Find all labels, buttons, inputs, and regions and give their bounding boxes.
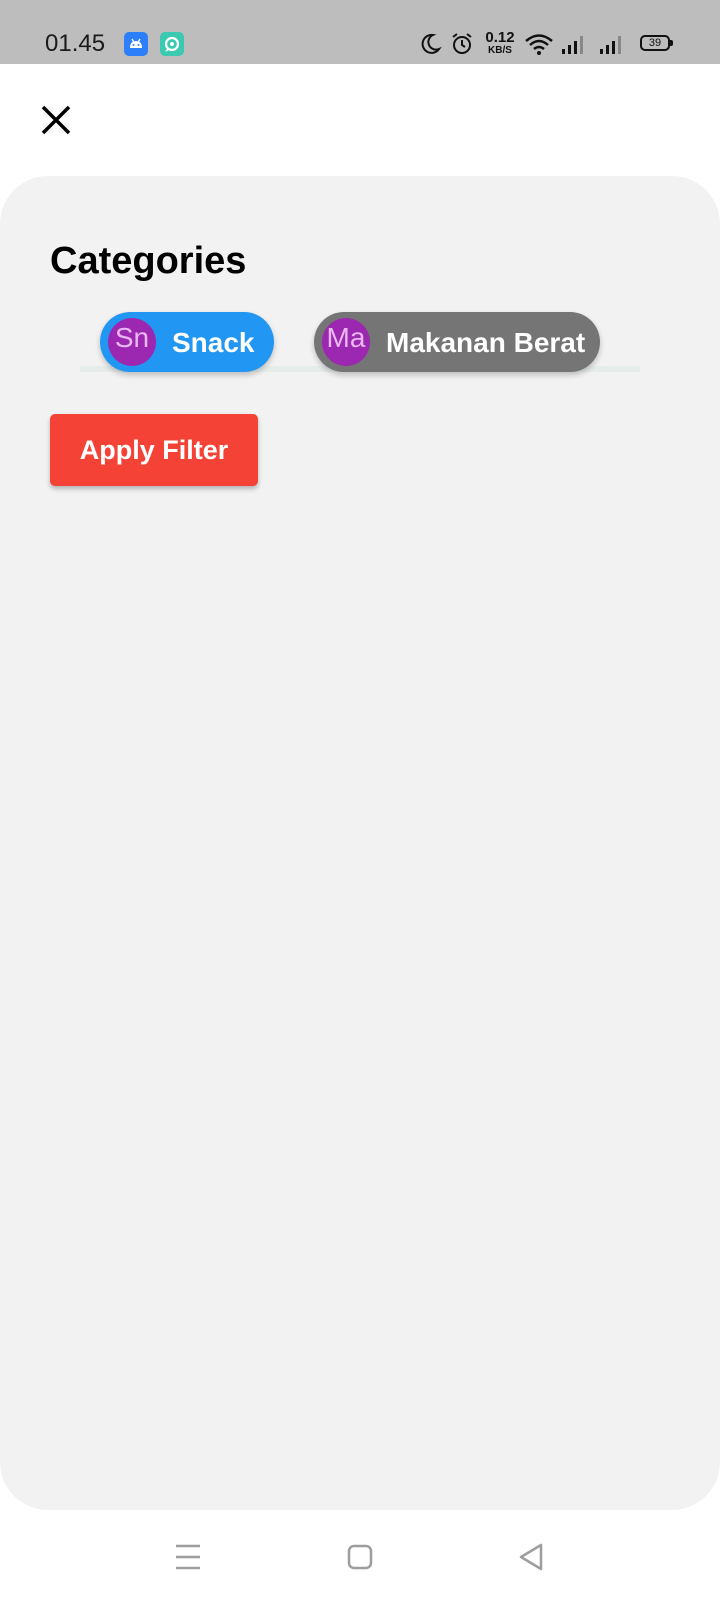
apply-filter-button[interactable]: Apply Filter [50,414,258,486]
filter-sheet [0,176,720,1510]
signal-icon [562,36,583,54]
chat-app-icon [160,32,184,56]
chip-avatar: Sn [108,318,156,366]
moon-icon [421,33,442,54]
wifi-icon [525,34,553,55]
categories-heading: Categories [50,240,247,282]
status-time: 01.45 [45,30,106,57]
top-app-bar [0,64,720,176]
back-icon [519,1543,543,1571]
close-button[interactable] [36,100,76,140]
battery-icon: 39 [640,35,673,51]
home-icon [347,1544,373,1570]
chip-avatar: Ma [322,318,370,366]
android-icon [124,32,148,56]
chip-label: Makanan Berat [386,327,586,358]
network-speed: 0.12 KB/S [483,30,517,56]
chip-label: Snack [172,327,255,358]
close-icon [41,105,71,135]
category-chip-snack[interactable]: Sn Snack [100,312,274,372]
network-speed-unit: KB/S [488,45,512,56]
alarm-icon [452,33,472,54]
home-button[interactable] [340,1540,380,1574]
back-button[interactable] [512,1540,552,1574]
menu-icon [176,1544,200,1570]
category-chip-makanan-berat[interactable]: Ma Makanan Berat [314,312,600,372]
network-speed-value: 0.12 [485,29,515,46]
menu-button[interactable] [168,1540,208,1574]
signal-icon [600,36,621,54]
